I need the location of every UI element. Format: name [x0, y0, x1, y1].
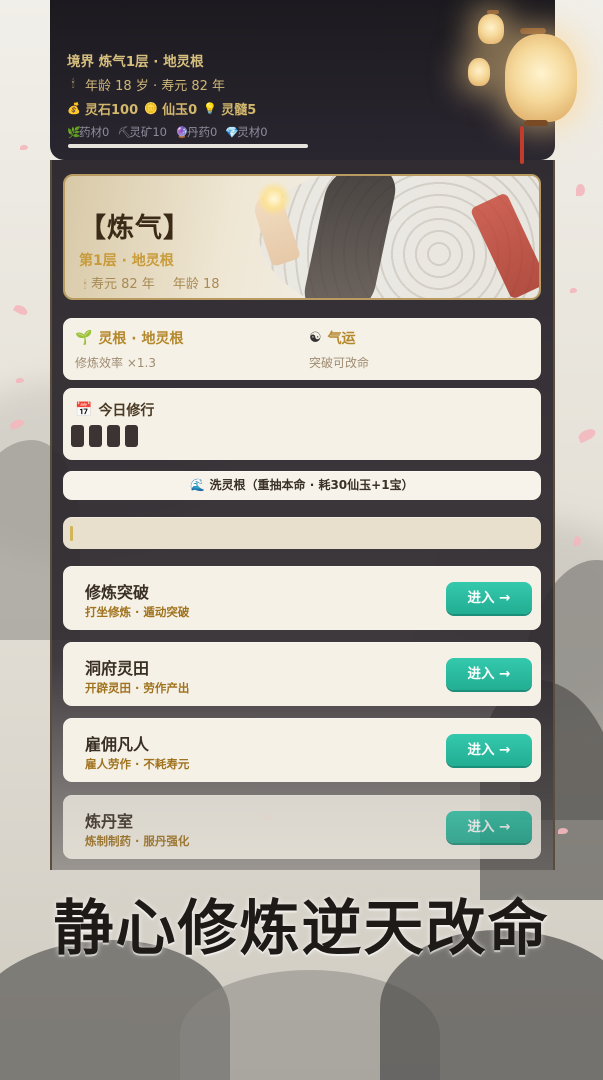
entry-hire-mortals: 雇佣凡人 雇人劳作 · 不耗寿元 进入 → — [63, 718, 541, 782]
petal — [12, 303, 30, 317]
daily-practice-card: 📅 今日修行 — [63, 388, 541, 460]
wash-root-label: 洗灵根（重抽本命 · 耗30仙玉+1宝） — [209, 478, 414, 492]
promo-slogan: 静心修炼逆天改命 — [53, 894, 550, 964]
jade-coin-icon: 🪙 — [144, 101, 158, 115]
age-text: 年龄 18 岁 · 寿元 82 年 — [85, 78, 226, 94]
herb-count: 药材0 — [79, 125, 110, 139]
yin-yang-icon: ☯ — [309, 330, 322, 346]
entry-desc: 开辟灵田 · 劳作产出 — [85, 681, 190, 695]
lantern-icon — [505, 34, 577, 122]
enter-button[interactable]: 进入 → — [446, 658, 532, 690]
entry-name: 雇佣凡人 — [85, 735, 150, 754]
entry-desc: 炼制制药 · 服丹强化 — [85, 834, 190, 848]
spirit-stone-count: 灵石100 — [85, 102, 139, 118]
enter-button[interactable]: 进入 → — [446, 734, 532, 766]
luck-desc: 突破可改命 — [309, 356, 370, 370]
petal — [570, 288, 577, 293]
petal — [576, 184, 585, 196]
lantern-icon — [478, 14, 504, 44]
entry-desc: 雇人劳作 · 不耗寿元 — [85, 757, 190, 771]
ore-count: 灵矿10 — [129, 125, 167, 139]
practice-slot[interactable] — [125, 425, 138, 447]
calendar-icon: 📅 — [75, 402, 93, 418]
progress-fill — [70, 526, 73, 541]
enter-button[interactable]: 进入 → — [446, 811, 532, 843]
luck-column: ☯ 气运 突破可改命 — [309, 328, 369, 371]
glow-icon — [257, 182, 291, 216]
gem-icon: 💎 — [225, 126, 239, 139]
pill-count: 丹药0 — [186, 125, 218, 139]
luck-title: 气运 — [327, 331, 356, 347]
currency-line: 💰 灵石100 🪙 仙玉0 💡 灵髓5 — [67, 96, 555, 120]
petal — [574, 536, 581, 546]
petal — [558, 828, 568, 834]
daily-title: 今日修行 — [98, 403, 155, 419]
root-desc: 修炼效率 ×1.3 — [75, 356, 156, 370]
wave-icon: 🌊 — [190, 478, 206, 492]
realm-title: 【炼气】 — [79, 213, 191, 244]
entry-desc: 打坐修炼 · 遁动突破 — [85, 605, 190, 619]
candle-icon: 🕯 — [71, 77, 75, 90]
material-count: 灵材0 — [237, 125, 268, 139]
root-luck-card: 🌱 灵根 · 地灵根 修炼效率 ×1.3 ☯ 气运 突破可改命 — [63, 318, 541, 380]
lantern-icon — [468, 58, 490, 86]
pill-icon: 🔮 — [174, 126, 189, 139]
spirit-marrow-count: 灵髓5 — [221, 102, 257, 118]
practice-slot[interactable] — [89, 425, 102, 447]
realm-stage: 第1层 · 地灵根 — [79, 253, 174, 269]
hero-stats: 🕯 寿元 82 年 年龄 18 — [79, 273, 220, 292]
petal — [576, 426, 598, 444]
petal — [20, 145, 28, 150]
immortal-jade-count: 仙玉0 — [162, 102, 198, 118]
root-title: 灵根 · 地灵根 — [98, 331, 184, 347]
entry-cultivation: 修炼突破 打坐修炼 · 遁动突破 进入 → — [63, 566, 541, 630]
hero-age: 年龄 18 — [172, 277, 220, 292]
practice-slot[interactable] — [107, 425, 120, 447]
entry-cave-field: 洞府灵田 开辟灵田 · 劳作产出 进入 → — [63, 642, 541, 706]
sprout-icon: 🌱 — [75, 330, 93, 346]
materials-line: 🌿药材0 ⛏灵矿10 🔮丹药0 💎灵材0 — [67, 120, 555, 144]
practice-slots — [71, 425, 138, 447]
realm-text: 境界 炼气1层 · 地灵根 — [67, 54, 204, 70]
entry-name: 修炼突破 — [85, 583, 150, 602]
entry-alchemy-room: 炼丹室 炼制制药 · 服丹强化 进入 → — [63, 795, 541, 859]
root-column: 🌱 灵根 · 地灵根 修炼效率 ×1.3 — [75, 328, 184, 371]
pickaxe-icon: ⛏ — [117, 126, 132, 139]
progress-bar — [63, 517, 541, 549]
practice-slot[interactable] — [71, 425, 84, 447]
herb-icon: 🌿 — [67, 126, 81, 139]
realm-hero-card: 【炼气】 第1层 · 地灵根 🕯 寿元 82 年 年龄 18 — [63, 174, 541, 300]
money-bag-icon: 💰 — [67, 101, 81, 115]
entry-name: 炼丹室 — [85, 812, 134, 831]
petal — [16, 378, 24, 383]
tassel — [520, 126, 524, 164]
spirit-icon: 💡 — [203, 101, 217, 115]
scroll-indicator — [68, 144, 308, 148]
hero-lifespan: 寿元 82 年 — [91, 277, 155, 292]
enter-button[interactable]: 进入 → — [446, 582, 532, 614]
entry-name: 洞府灵田 — [85, 659, 150, 678]
wash-root-button[interactable]: 🌊 洗灵根（重抽本命 · 耗30仙玉+1宝） — [63, 471, 541, 500]
candle-icon: 🕯 — [83, 278, 87, 291]
